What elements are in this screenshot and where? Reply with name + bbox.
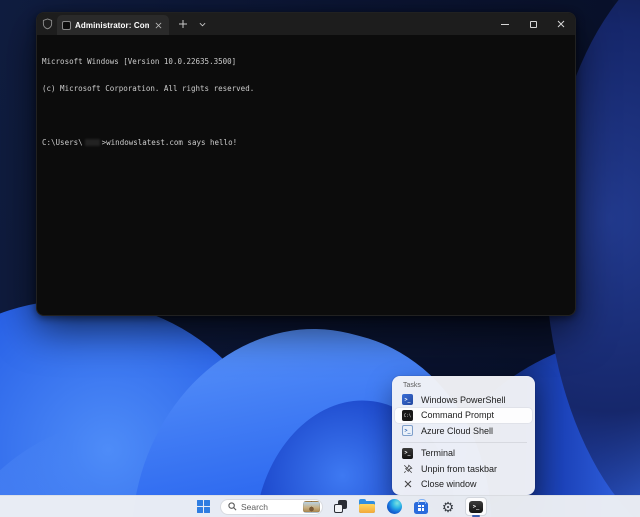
taskbar-center-group: Search ⚙ (193, 497, 487, 517)
titlebar-drag-area[interactable] (211, 13, 491, 35)
terminal-window: Administrator: Command Pro (36, 12, 576, 316)
prompt-path: C:\Users\ (42, 138, 83, 147)
close-icon (557, 20, 565, 28)
taskbar: Search ⚙ (0, 495, 640, 517)
azure-cloud-shell-icon: >_ (402, 425, 413, 436)
start-button[interactable] (193, 497, 213, 517)
jumplist-item-label: Unpin from taskbar (421, 464, 497, 474)
jumplist-item-command-prompt[interactable]: C:\ Command Prompt (395, 408, 532, 424)
jumplist-item-unpin-from-taskbar[interactable]: Unpin from taskbar (395, 461, 532, 477)
jumplist-item-label: Terminal (421, 448, 455, 458)
tab-close-icon[interactable] (153, 20, 164, 31)
desktop: Administrator: Command Pro (0, 0, 640, 517)
microsoft-store-button[interactable] (411, 497, 431, 517)
settings-gear-icon: ⚙ (442, 500, 455, 514)
minimize-button[interactable] (491, 13, 519, 35)
cmd-icon: C:\ (402, 410, 413, 421)
terminal-prompt-line: C:\Users\ >windowslatest.com says hello! (42, 138, 570, 147)
tab-title: Administrator: Command Pro (75, 21, 149, 30)
maximize-button[interactable] (519, 13, 547, 35)
jumplist-item-label: Windows PowerShell (421, 395, 506, 405)
search-placeholder: Search (241, 502, 299, 512)
maximize-icon (530, 21, 537, 28)
edge-icon (387, 499, 402, 514)
terminal-output-area[interactable]: Microsoft Windows [Version 10.0.22635.35… (37, 35, 575, 316)
terminal-output-line: Microsoft Windows [Version 10.0.22635.35… (42, 57, 570, 66)
edge-button[interactable] (384, 497, 404, 517)
terminal-titlebar[interactable]: Administrator: Command Pro (37, 13, 575, 35)
task-view-icon (334, 500, 347, 513)
taskbar-search-box[interactable]: Search (220, 499, 323, 515)
terminal-blank-line (42, 111, 570, 120)
cmd-tab-icon (62, 21, 71, 30)
jumplist-item-label: Azure Cloud Shell (421, 426, 493, 436)
jumplist-item-label: Command Prompt (421, 410, 494, 420)
jumplist-item-azure-cloud-shell[interactable]: >_ Azure Cloud Shell (395, 423, 532, 439)
search-highlight-image[interactable] (303, 501, 320, 513)
taskbar-jumplist: Tasks >_ Windows PowerShell C:\ Command … (392, 376, 535, 495)
terminal-output-line: (c) Microsoft Corporation. All rights re… (42, 84, 570, 93)
windows-logo-icon (197, 500, 210, 513)
microsoft-store-icon (414, 502, 428, 514)
blurred-username (85, 139, 100, 146)
unpin-icon (402, 463, 413, 474)
close-window-button[interactable] (547, 13, 575, 35)
settings-button[interactable]: ⚙ (438, 497, 458, 517)
jumplist-item-label: Close window (421, 479, 477, 489)
minimize-icon (501, 24, 509, 25)
jumplist-item-close-window[interactable]: Close window (395, 477, 532, 493)
admin-shield-icon (37, 13, 57, 35)
close-icon (402, 479, 413, 490)
new-tab-button[interactable] (173, 13, 193, 35)
jumplist-item-windows-powershell[interactable]: >_ Windows PowerShell (395, 392, 532, 408)
terminal-taskbar-button[interactable]: >_ (465, 497, 487, 516)
terminal-icon: >_ (402, 448, 413, 459)
prompt-command: >windowslatest.com says hello! (102, 138, 237, 147)
tab-dropdown-button[interactable] (193, 13, 211, 35)
file-explorer-button[interactable] (357, 497, 377, 517)
file-explorer-icon (359, 501, 375, 513)
jumplist-header: Tasks (392, 381, 535, 392)
task-view-button[interactable] (330, 497, 350, 517)
terminal-icon: >_ (469, 501, 483, 513)
search-icon (228, 502, 237, 511)
powershell-icon: >_ (402, 394, 413, 405)
jumplist-separator (400, 442, 527, 443)
terminal-tab-command-prompt[interactable]: Administrator: Command Pro (57, 15, 169, 35)
jumplist-item-terminal[interactable]: >_ Terminal (395, 446, 532, 462)
